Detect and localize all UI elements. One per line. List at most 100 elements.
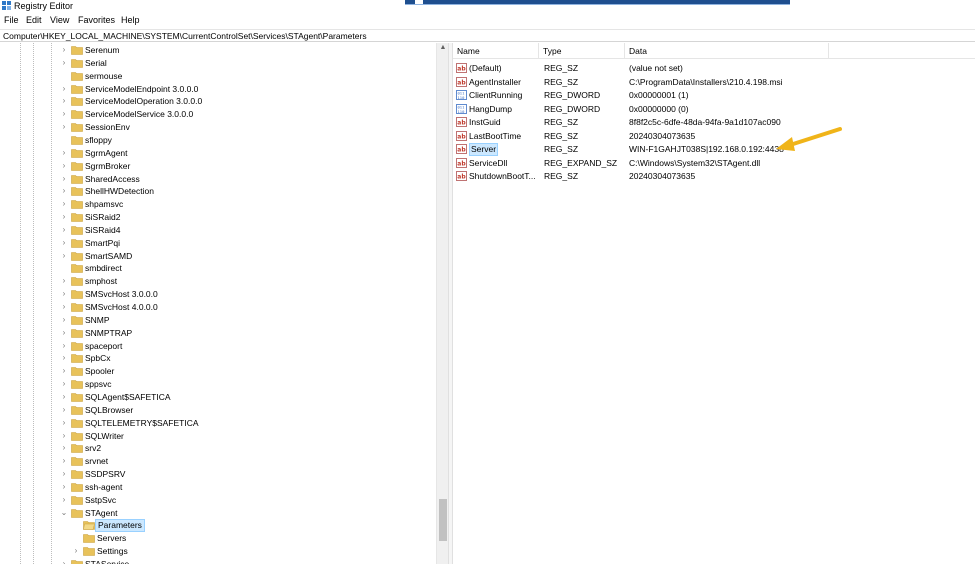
tree-item[interactable]: › Spooler xyxy=(0,365,436,378)
tree-item[interactable]: › spaceport xyxy=(0,340,436,353)
tree-item[interactable]: Parameters xyxy=(0,519,436,533)
chevron-right-icon[interactable]: › xyxy=(60,495,68,505)
tree-item[interactable]: › ServiceModelEndpoint 3.0.0.0 xyxy=(0,83,436,96)
tree-item[interactable]: › shpamsvc xyxy=(0,198,436,211)
tree-item[interactable]: › sppsvc xyxy=(0,378,436,391)
chevron-right-icon[interactable]: › xyxy=(60,366,68,376)
chevron-right-icon[interactable]: › xyxy=(60,45,68,55)
list-item[interactable]: 011 110 ClientRunning REG_DWORD 0x00000001 (… xyxy=(453,89,975,102)
menu-favorites[interactable]: Favorites xyxy=(76,15,117,25)
tree-item[interactable]: › Settings xyxy=(0,545,436,558)
chevron-right-icon[interactable]: › xyxy=(72,546,80,556)
tree-item[interactable]: › SNMP xyxy=(0,314,436,327)
list-item[interactable]: ab (Default) REG_SZ (value not set) xyxy=(453,62,975,75)
tree-item[interactable]: › ServiceModelService 3.0.0.0 xyxy=(0,108,436,121)
menu-edit[interactable]: Edit xyxy=(24,15,44,25)
menu-file[interactable]: File xyxy=(2,15,21,25)
tree-item[interactable]: › SharedAccess xyxy=(0,173,436,186)
chevron-right-icon[interactable]: › xyxy=(60,276,68,286)
tree-item[interactable]: › STAService xyxy=(0,558,436,564)
list-item[interactable]: ab AgentInstaller REG_SZ C:\ProgramData\Ins… xyxy=(453,76,975,89)
tree-item[interactable]: › SQLAgent$SAFETICA xyxy=(0,391,436,404)
tree-item[interactable]: › SpbCx xyxy=(0,352,436,365)
tree-item[interactable]: › ShellHWDetection xyxy=(0,185,436,198)
chevron-right-icon[interactable]: › xyxy=(60,148,68,158)
address-path[interactable]: Computer\HKEY_LOCAL_MACHINE\SYSTEM\Curre… xyxy=(3,31,367,41)
chevron-right-icon[interactable]: › xyxy=(60,405,68,415)
chevron-right-icon[interactable]: › xyxy=(60,315,68,325)
tree-item[interactable]: › SQLWriter xyxy=(0,430,436,443)
chevron-right-icon[interactable]: › xyxy=(60,456,68,466)
chevron-right-icon[interactable]: › xyxy=(60,122,68,132)
chevron-right-icon[interactable]: › xyxy=(60,431,68,441)
value-data: 8f8f2c5c-6dfe-48da-94fa-9a1d107ac090 xyxy=(629,117,781,127)
chevron-right-icon[interactable]: › xyxy=(60,84,68,94)
chevron-right-icon[interactable]: › xyxy=(60,58,68,68)
chevron-down-icon[interactable]: ⌄ xyxy=(60,508,68,518)
tree-item[interactable]: › Serenum xyxy=(0,44,436,57)
tree-item[interactable]: › SmartSAMD xyxy=(0,250,436,263)
chevron-right-icon[interactable]: › xyxy=(60,443,68,453)
tree-item[interactable]: smbdirect xyxy=(0,262,436,275)
tree-item[interactable]: sermouse xyxy=(0,70,436,83)
tree-item[interactable]: › srvnet xyxy=(0,455,436,468)
chevron-right-icon[interactable]: › xyxy=(60,289,68,299)
scroll-thumb[interactable] xyxy=(439,499,447,541)
tree-item[interactable]: › SgrmBroker xyxy=(0,160,436,173)
list-item[interactable]: ab Server REG_SZ WIN-F1GAHJT038S|192.168.0.… xyxy=(453,143,975,156)
chevron-right-icon[interactable]: › xyxy=(60,379,68,389)
chevron-right-icon[interactable]: › xyxy=(60,302,68,312)
tree-item[interactable]: › SQLTELEMETRY$SAFETICA xyxy=(0,417,436,430)
chevron-right-icon[interactable]: › xyxy=(60,109,68,119)
tree-item[interactable]: › SSDPSRV xyxy=(0,468,436,481)
tree-item[interactable]: › SQLBrowser xyxy=(0,404,436,417)
menu-view[interactable]: View xyxy=(48,15,71,25)
tree-item[interactable]: ⌄ STAgent xyxy=(0,507,436,520)
scroll-up-icon[interactable]: ▲ xyxy=(439,44,447,51)
list-item[interactable]: ab InstGuid REG_SZ 8f8f2c5c-6dfe-48da-94fa-… xyxy=(453,116,975,129)
chevron-right-icon[interactable]: › xyxy=(60,418,68,428)
tree-item[interactable]: › SmartPqi xyxy=(0,237,436,250)
tree-item[interactable]: › SMSvcHost 4.0.0.0 xyxy=(0,301,436,314)
chevron-right-icon[interactable]: › xyxy=(60,392,68,402)
chevron-right-icon[interactable]: › xyxy=(60,161,68,171)
chevron-right-icon[interactable]: › xyxy=(60,353,68,363)
chevron-right-icon[interactable]: › xyxy=(60,559,68,564)
chevron-right-icon[interactable]: › xyxy=(60,328,68,338)
chevron-right-icon[interactable]: › xyxy=(60,186,68,196)
chevron-right-icon[interactable]: › xyxy=(60,341,68,351)
list-item[interactable]: ab ShutdownBootT... REG_SZ 20240304073635 xyxy=(453,170,975,183)
tree-item[interactable]: Servers xyxy=(0,532,436,545)
column-header-data[interactable]: Data xyxy=(625,43,829,59)
chevron-right-icon[interactable]: › xyxy=(60,225,68,235)
chevron-right-icon[interactable]: › xyxy=(60,199,68,209)
tree-item[interactable]: › ServiceModelOperation 3.0.0.0 xyxy=(0,95,436,108)
menu-help[interactable]: Help xyxy=(119,15,142,25)
tree-item[interactable]: › Serial xyxy=(0,57,436,70)
tree-item[interactable]: › smphost xyxy=(0,275,436,288)
tree-item[interactable]: › SessionEnv xyxy=(0,121,436,134)
tree-item[interactable]: › srv2 xyxy=(0,442,436,455)
tree-item[interactable]: › ssh-agent xyxy=(0,481,436,494)
chevron-right-icon[interactable]: › xyxy=(60,212,68,222)
tree-scrollbar[interactable]: ▲ xyxy=(436,43,448,564)
address-bar[interactable]: Computer\HKEY_LOCAL_MACHINE\SYSTEM\Curre… xyxy=(0,29,975,42)
chevron-right-icon[interactable]: › xyxy=(60,96,68,106)
chevron-right-icon[interactable]: › xyxy=(60,469,68,479)
tree-item[interactable]: › SiSRaid4 xyxy=(0,224,436,237)
tree-item[interactable]: sfloppy xyxy=(0,134,436,147)
tree-item[interactable]: › SMSvcHost 3.0.0.0 xyxy=(0,288,436,301)
tree-item[interactable]: › SiSRaid2 xyxy=(0,211,436,224)
list-item[interactable]: ab ServiceDll REG_EXPAND_SZ C:\Windows\Syst… xyxy=(453,157,975,170)
column-header-type[interactable]: Type xyxy=(539,43,625,59)
tree-item[interactable]: › SstpSvc xyxy=(0,494,436,507)
chevron-right-icon[interactable]: › xyxy=(60,174,68,184)
chevron-right-icon[interactable]: › xyxy=(60,251,68,261)
tree-item[interactable]: › SgrmAgent xyxy=(0,147,436,160)
chevron-right-icon[interactable]: › xyxy=(60,482,68,492)
chevron-right-icon[interactable]: › xyxy=(60,238,68,248)
column-header-name[interactable]: Name xyxy=(453,43,539,59)
tree-item[interactable]: › SNMPTRAP xyxy=(0,327,436,340)
list-item[interactable]: 011 110 HangDump REG_DWORD 0x00000000 (0) xyxy=(453,103,975,116)
list-item[interactable]: ab LastBootTime REG_SZ 20240304073635 xyxy=(453,130,975,143)
